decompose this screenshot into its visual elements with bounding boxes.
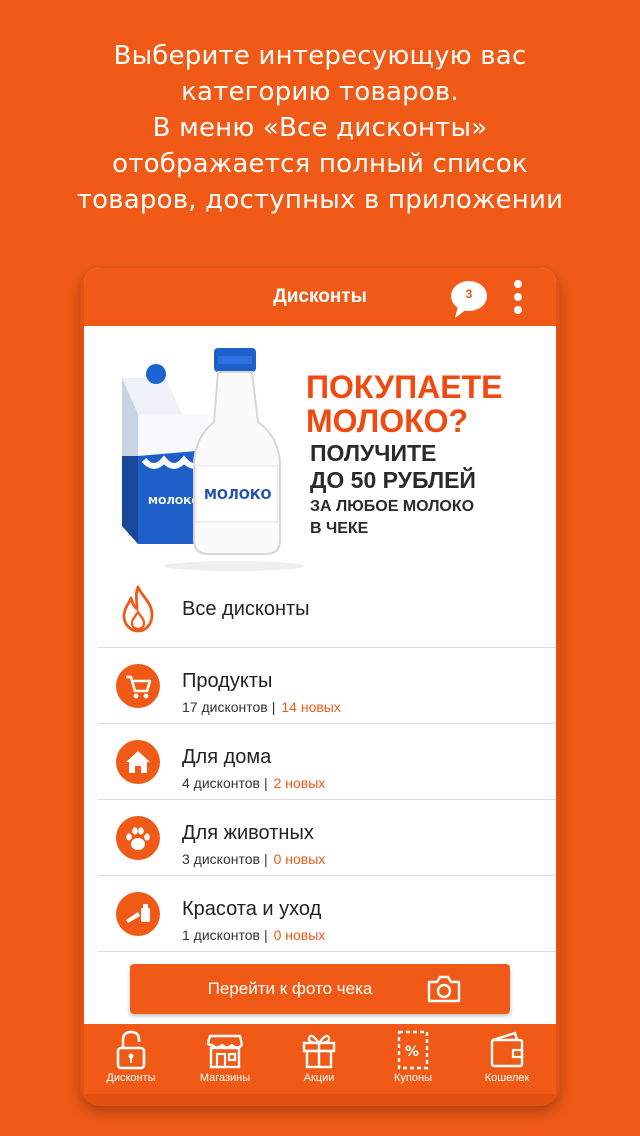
store-icon — [207, 1034, 243, 1069]
category-stats: 4 дисконтов | 2 новых — [182, 775, 325, 791]
more-vertical-icon[interactable] — [510, 280, 526, 314]
new-count: 14 новых — [281, 699, 341, 715]
new-count: 0 новых — [273, 927, 326, 943]
banner-detail-line: ЗА ЛЮБОЕ МОЛОКО — [310, 498, 475, 515]
promo-line: отображается полный список — [112, 149, 528, 179]
bottle-label: МОЛОКО — [204, 488, 272, 503]
category-name: Красота и уход — [182, 898, 322, 920]
paw-icon — [116, 816, 160, 860]
home-icon — [116, 740, 160, 784]
tab-label: Кошелек — [484, 1072, 530, 1084]
separator: | — [271, 699, 276, 715]
category-row-pets[interactable]: Для животных 3 дисконтов | 0 новых — [98, 800, 556, 876]
tab-label: Акции — [303, 1072, 335, 1084]
phone-frame: Дисконты 3 МОЛОКО МОЛОКО ПОКУПАЕТЕ МОЛОК… — [80, 268, 560, 1106]
unlock-icon — [116, 1030, 146, 1070]
separator: | — [263, 851, 268, 867]
promo-line: товаров, доступных в приложении — [76, 185, 564, 215]
category-stats: 3 дисконтов | 0 новых — [182, 851, 325, 867]
carton-label: МОЛОКО — [148, 496, 200, 507]
svg-text:%: % — [405, 1044, 419, 1060]
cart-icon — [116, 664, 160, 708]
category-name: Все дисконты — [182, 598, 310, 620]
banner-offer-line: ДО 50 РУБЛЕЙ — [310, 467, 476, 493]
banner-headline: ПОКУПАЕТЕ МОЛОКО? — [306, 370, 556, 438]
category-row-all[interactable]: Все дисконты — [98, 572, 556, 648]
coupon-percent-icon: % — [397, 1030, 429, 1070]
category-name: Для дома — [182, 746, 272, 768]
promo-line: В меню «Все дисконты» — [152, 113, 488, 143]
promo-text: Выберите интересующую вас категорию това… — [0, 38, 640, 218]
promo-banner[interactable]: МОЛОКО МОЛОКО ПОКУПАЕТЕ МОЛОКО? ПОЛУЧИТЕ… — [84, 326, 556, 572]
banner-offer: ПОЛУЧИТЕ ДО 50 РУБЛЕЙ — [310, 440, 556, 494]
tab-stores[interactable]: Магазины — [178, 1024, 272, 1094]
tab-wallet[interactable]: Кошелек — [460, 1024, 554, 1094]
category-row-home[interactable]: Для дома 4 дисконтов | 2 новых — [98, 724, 556, 800]
receipt-photo-button[interactable]: Перейти к фото чека — [130, 964, 510, 1014]
category-name: Для животных — [182, 822, 314, 844]
banner-headline-line: МОЛОКО? — [306, 403, 469, 439]
category-stats: 17 дисконтов | 14 новых — [182, 699, 341, 715]
camera-icon — [427, 975, 461, 1003]
chat-button[interactable]: 3 — [450, 280, 492, 320]
banner-detail-line: В ЧЕКЕ — [310, 520, 369, 537]
flame-icon — [122, 585, 154, 633]
separator: | — [263, 927, 268, 943]
new-count: 2 новых — [273, 775, 326, 791]
banner-offer-line: ПОЛУЧИТЕ — [310, 440, 437, 466]
gift-icon — [302, 1034, 336, 1069]
category-name: Продукты — [182, 670, 273, 692]
chat-count-badge: 3 — [465, 287, 473, 301]
tab-discounts[interactable]: Дисконты — [84, 1024, 178, 1094]
wallet-icon — [490, 1031, 524, 1068]
separator: | — [263, 775, 268, 791]
new-count: 0 новых — [273, 851, 326, 867]
banner-headline-line: ПОКУПАЕТЕ — [306, 369, 503, 405]
bottom-tab-bar: Дисконты Магазины Акции % Купоны Кошелек — [84, 1024, 556, 1094]
promo-line: категорию товаров. — [181, 77, 459, 107]
discount-count: 1 дисконтов — [182, 927, 260, 943]
discount-count: 3 дисконтов — [182, 851, 260, 867]
app-screen: Дисконты 3 МОЛОКО МОЛОКО ПОКУПАЕТЕ МОЛОК… — [84, 268, 556, 1094]
tab-label: Магазины — [199, 1072, 251, 1084]
promo-line: Выберите интересующую вас — [113, 41, 527, 71]
banner-detail: ЗА ЛЮБОЕ МОЛОКО В ЧЕКЕ — [310, 496, 556, 540]
category-row-products[interactable]: Продукты 17 дисконтов | 14 новых — [98, 648, 556, 724]
category-row-beauty[interactable]: Красота и уход 1 дисконтов | 0 новых — [98, 876, 556, 952]
discount-count: 4 дисконтов — [182, 775, 260, 791]
tab-coupons[interactable]: % Купоны — [366, 1024, 460, 1094]
category-stats: 1 дисконтов | 0 новых — [182, 927, 325, 943]
receipt-photo-label: Перейти к фото чека — [207, 979, 373, 998]
tab-label: Дисконты — [106, 1072, 156, 1084]
discount-count: 17 дисконтов — [182, 699, 268, 715]
app-bar: Дисконты 3 — [84, 268, 556, 326]
cosmetics-icon — [116, 892, 160, 936]
tab-label: Купоны — [394, 1072, 432, 1084]
milk-products-illustration: МОЛОКО МОЛОКО — [122, 348, 304, 571]
tab-promotions[interactable]: Акции — [272, 1024, 366, 1094]
